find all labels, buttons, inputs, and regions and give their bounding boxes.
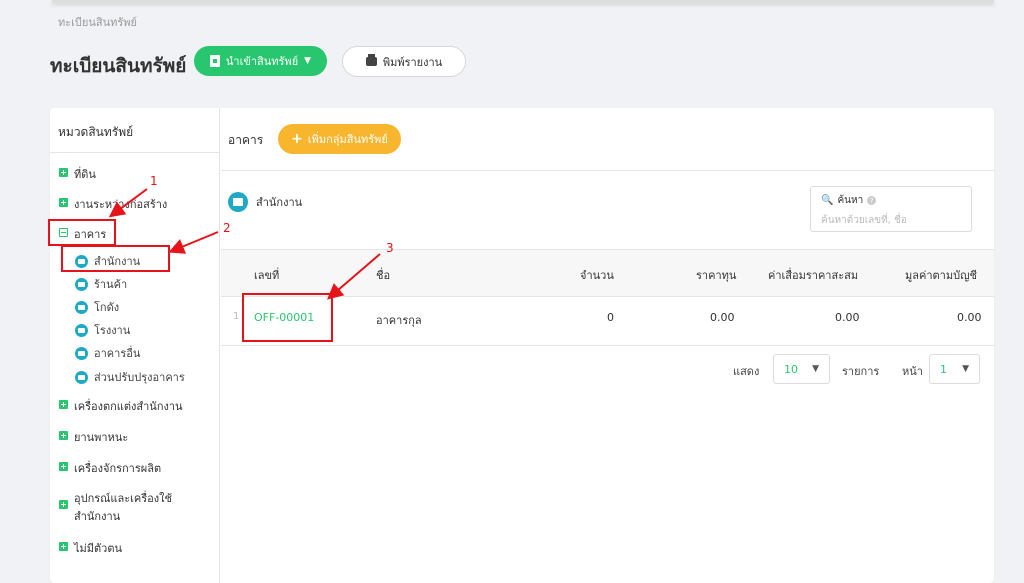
subgroup-title: สำนักงาน <box>228 192 302 212</box>
category-label: ยานพาหนะ <box>74 431 129 444</box>
subcategory-label: ร้านค้า <box>94 278 128 291</box>
column-header-cost[interactable]: ราคาทุน <box>696 266 736 284</box>
subcategory-factory[interactable]: โรงงาน <box>75 321 130 339</box>
column-header-name[interactable]: ชื่อ <box>376 266 390 284</box>
group-name: อาคาร <box>228 133 264 147</box>
warehouse-icon <box>75 300 88 314</box>
wrench-icon <box>75 370 88 384</box>
divider <box>221 345 994 346</box>
annotation-box-2 <box>61 245 170 272</box>
printer-icon <box>365 54 377 66</box>
top-bar <box>52 0 994 3</box>
annotation-number-2: 2 <box>223 221 231 235</box>
subcategory-other-building[interactable]: อาคารอื่น <box>75 344 140 362</box>
column-header-book-value[interactable]: มูลค่าตามบัญชี <box>905 266 977 284</box>
search-icon: 🔍 <box>821 195 834 206</box>
subcategory-label: ส่วนปรับปรุงอาคาร <box>94 371 185 384</box>
asset-book-value: 0.00 <box>957 311 982 324</box>
page-select[interactable]: 1 ▼ <box>929 354 980 384</box>
expand-icon <box>59 198 68 207</box>
category-label: เครื่องตกแต่งสำนักงาน <box>74 400 183 413</box>
row-index: 1 <box>233 311 240 322</box>
annotation-box-1 <box>48 219 116 246</box>
divider <box>221 170 994 171</box>
table-header: เลขที่ ชื่อ จำนวน ราคาทุน ค่าเสื่อมราคาส… <box>221 249 994 297</box>
search-box[interactable]: 🔍 ค้นหา ? ค้นหาด้วยเลขที่, ชื่อ <box>810 186 972 232</box>
briefcase-icon <box>228 192 248 212</box>
asset-quantity: 0 <box>607 311 614 324</box>
category-label: ที่ดิน <box>74 168 96 181</box>
asset-depreciation: 0.00 <box>835 311 860 324</box>
breadcrumb[interactable]: ทะเบียนสินทรัพย์ <box>58 13 137 31</box>
category-label: เครื่องจักรการผลิต <box>74 462 162 475</box>
category-production-machinery[interactable]: เครื่องจักรการผลิต <box>59 459 161 477</box>
pager-items-label: รายการ <box>842 365 880 378</box>
asset-content: อาคาร + เพิ่มกลุ่มสินทรัพย์ สำนักงาน 🔍 ค… <box>221 108 994 583</box>
per-page-select[interactable]: 10 ▼ <box>773 354 830 384</box>
category-vehicles[interactable]: ยานพาหนะ <box>59 428 128 446</box>
bell-icon <box>75 346 88 360</box>
category-land[interactable]: ที่ดิน <box>59 165 96 183</box>
category-intangible[interactable]: ไม่มีตัวตน <box>59 539 122 557</box>
add-asset-group-label: เพิ่มกลุ่มสินทรัพย์ <box>307 133 388 146</box>
subgroup-title-label: สำนักงาน <box>256 196 303 209</box>
page-title: ทะเบียนสินทรัพย์ <box>50 55 187 77</box>
column-header-quantity[interactable]: จำนวน <box>580 266 614 284</box>
subcategory-label: อาคารอื่น <box>94 347 141 360</box>
category-office-furniture[interactable]: เครื่องตกแต่งสำนักงาน <box>59 397 183 415</box>
category-construction-in-progress[interactable]: งานระหว่างก่อสร้าง <box>59 195 167 213</box>
annotation-box-3 <box>242 293 333 342</box>
per-page-value: 10 <box>784 362 798 376</box>
asset-name: อาคารกุล <box>376 314 422 327</box>
expand-icon <box>59 431 68 440</box>
pager-show-label: แสดง <box>733 365 760 378</box>
pager-page-label: หน้า <box>902 365 923 378</box>
import-assets-button[interactable]: นำเข้าสินทรัพย์ ▼ <box>194 46 327 76</box>
category-label: งานระหว่างก่อสร้าง <box>74 198 168 211</box>
factory-icon <box>75 323 88 337</box>
expand-icon <box>59 500 68 509</box>
sidebar-title: หมวดสินทรัพย์ <box>58 125 134 139</box>
expand-icon <box>59 542 68 551</box>
category-label-line2: สำนักงาน <box>74 510 121 523</box>
subcategory-shop[interactable]: ร้านค้า <box>75 275 127 293</box>
column-header-accumulated-depreciation[interactable]: ค่าเสื่อมราคาสะสม <box>768 266 858 284</box>
subcategory-label: โรงงาน <box>94 324 131 337</box>
category-label: อุปกรณ์และเครื่องใช้ <box>74 492 172 505</box>
shop-icon <box>75 277 88 291</box>
import-assets-label: นำเข้าสินทรัพย์ <box>225 55 299 68</box>
category-office-equipment[interactable]: อุปกรณ์และเครื่องใช้ สำนักงาน <box>59 490 172 526</box>
annotation-number-3: 3 <box>386 241 394 255</box>
page-value: 1 <box>940 362 947 376</box>
chevron-down-icon: ▼ <box>304 56 312 66</box>
expand-icon <box>59 400 68 409</box>
annotation-number-1: 1 <box>150 174 158 188</box>
chevron-down-icon: ▼ <box>812 364 819 374</box>
subcategory-label: โกดัง <box>94 301 120 314</box>
print-report-label: พิมพ์รายงาน <box>382 55 443 69</box>
chevron-down-icon: ▼ <box>962 364 969 374</box>
search-label: ค้นหา <box>837 195 864 206</box>
help-icon[interactable]: ? <box>867 196 877 205</box>
expand-icon <box>59 462 68 471</box>
file-import-icon <box>209 55 220 67</box>
asset-cost: 0.00 <box>710 311 735 324</box>
print-report-button[interactable]: พิมพ์รายงาน <box>342 46 466 77</box>
add-asset-group-button[interactable]: + เพิ่มกลุ่มสินทรัพย์ <box>278 124 401 154</box>
search-input[interactable]: ค้นหาด้วยเลขที่, ชื่อ <box>821 213 961 228</box>
plus-icon: + <box>291 131 303 147</box>
column-header-code[interactable]: เลขที่ <box>254 266 279 284</box>
main-panel: หมวดสินทรัพย์ ที่ดิน งานระหว่างก่อสร้าง … <box>50 108 994 583</box>
divider <box>50 152 220 153</box>
subcategory-building-improvement[interactable]: ส่วนปรับปรุงอาคาร <box>75 368 185 386</box>
subcategory-warehouse[interactable]: โกดัง <box>75 298 119 316</box>
expand-icon <box>59 168 68 177</box>
category-label: ไม่มีตัวตน <box>74 542 123 555</box>
category-sidebar: หมวดสินทรัพย์ ที่ดิน งานระหว่างก่อสร้าง … <box>50 108 220 583</box>
